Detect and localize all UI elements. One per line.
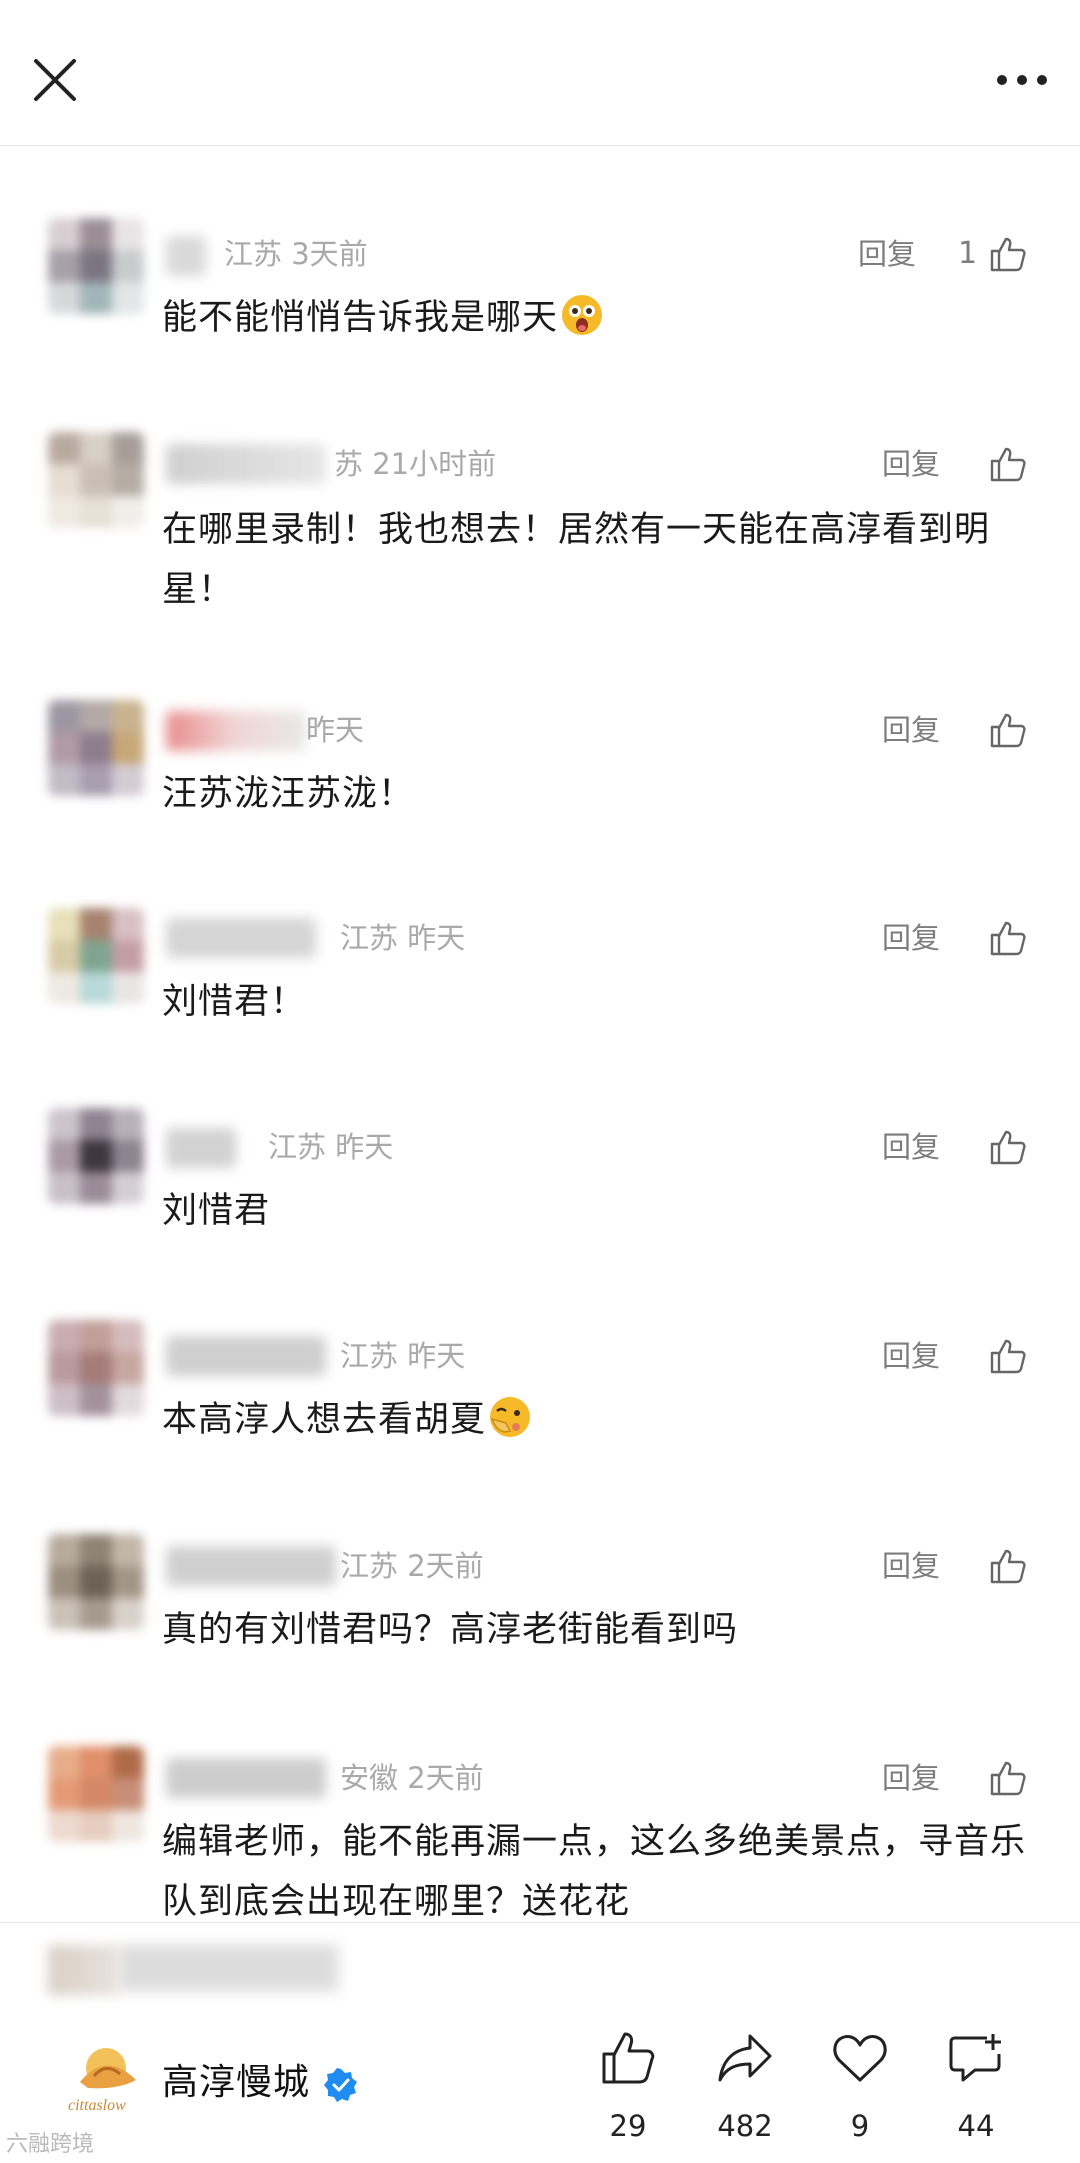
comment-meta: 江苏 昨天 [340, 1339, 466, 1373]
avatar[interactable] [48, 908, 144, 1004]
comment-text: 本高淳人想去看胡夏 [162, 1390, 1042, 1450]
verified-badge-icon [324, 2068, 357, 2102]
watermark: 六融跨境 [6, 2132, 95, 2157]
comment-text: 汪苏泷汪苏泷！ [162, 774, 415, 814]
reply-button[interactable]: 回复 [882, 1758, 940, 1798]
reply-button[interactable]: 回复 [858, 234, 916, 274]
avatar[interactable] [48, 432, 144, 528]
avatar[interactable] [48, 700, 144, 796]
username-redacted[interactable] [166, 1546, 336, 1586]
username-redacted[interactable] [166, 711, 306, 751]
avatar[interactable] [48, 1746, 144, 1842]
username-redacted[interactable] [166, 1336, 326, 1376]
comment-text: 编辑老师，能不能再漏一点，这么多绝美景点，寻音乐队到底会出现在哪里？送花花 [162, 1822, 1027, 1922]
thumbs-up-icon[interactable] [988, 444, 1028, 484]
thumbs-up-icon[interactable] [988, 234, 1028, 274]
reply-button[interactable]: 回复 [882, 1336, 940, 1376]
comment-text: 刘惜君！ [162, 982, 307, 1022]
comment-text: 刘惜君 [162, 1191, 271, 1231]
avatar[interactable] [48, 1108, 144, 1204]
reply-button[interactable]: 回复 [882, 1127, 940, 1167]
thumbs-up-icon[interactable] [988, 710, 1028, 750]
comment-meta: 苏 21小时前 [334, 447, 497, 481]
username-redacted[interactable] [166, 444, 326, 484]
comment-meta: 江苏 昨天 [340, 921, 466, 955]
thumbs-up-icon [602, 2032, 655, 2084]
username-redacted[interactable] [166, 236, 206, 276]
heart-icon [833, 2035, 887, 2082]
username-redacted [118, 1945, 338, 1991]
account-name[interactable]: 高淳慢城 [162, 2058, 310, 2108]
share-icon [718, 2034, 772, 2082]
account-logo[interactable]: cittaslow [58, 2040, 178, 2120]
comment-meta: 江苏 昨天 [268, 1130, 394, 1164]
more-options-icon[interactable] [992, 62, 1052, 98]
thumbs-up-icon[interactable] [988, 1336, 1028, 1376]
surprised-face-emoji-icon [562, 295, 603, 335]
thumbs-up-icon[interactable] [988, 1546, 1028, 1586]
wink-hand-emoji-icon [490, 1397, 531, 1437]
share-count: 482 [717, 2109, 773, 2143]
thumbs-up-icon[interactable] [988, 1127, 1028, 1167]
comment-text: 在哪里录制！我也想去！居然有一天能在高淳看到明星！ [162, 510, 991, 610]
avatar [48, 1945, 118, 1995]
like-action-button[interactable]: 29 [588, 2030, 668, 2144]
reply-button[interactable]: 回复 [882, 710, 940, 750]
comment-text: 能不能悄悄告诉我是哪天 [162, 288, 1042, 348]
favorite-action-button[interactable]: 9 [820, 2030, 900, 2144]
thumbs-up-icon[interactable] [988, 918, 1028, 958]
comment-count: 44 [957, 2109, 995, 2143]
comment-action-button[interactable]: 44 [936, 2030, 1016, 2144]
share-action-button[interactable]: 482 [705, 2030, 785, 2144]
reply-button[interactable]: 回复 [882, 918, 940, 958]
username-redacted[interactable] [166, 1128, 236, 1168]
comment-meta: 江苏 2天前 [340, 1549, 484, 1583]
avatar[interactable] [48, 1534, 144, 1630]
avatar[interactable] [48, 218, 144, 314]
reply-button[interactable]: 回复 [882, 1546, 940, 1586]
avatar[interactable] [48, 1320, 144, 1416]
comment-text: 真的有刘惜君吗？高淳老街能看到吗 [162, 1610, 739, 1650]
like-count: 1 [958, 236, 978, 271]
top-bar [0, 0, 1080, 146]
username-redacted[interactable] [166, 918, 316, 958]
favorite-count: 9 [850, 2109, 870, 2143]
comment-meta: 昨天 [306, 713, 365, 747]
username-redacted[interactable] [166, 1758, 326, 1798]
like-count: 29 [609, 2109, 647, 2143]
comment-meta: 安徽 2天前 [340, 1761, 484, 1795]
comment-meta: 江苏 3天前 [224, 237, 368, 271]
add-comment-icon [949, 2034, 1001, 2082]
close-icon[interactable] [30, 55, 80, 105]
thumbs-up-icon[interactable] [988, 1758, 1028, 1798]
reply-button[interactable]: 回复 [882, 444, 940, 484]
svg-text:cittaslow: cittaslow [68, 2097, 126, 2114]
